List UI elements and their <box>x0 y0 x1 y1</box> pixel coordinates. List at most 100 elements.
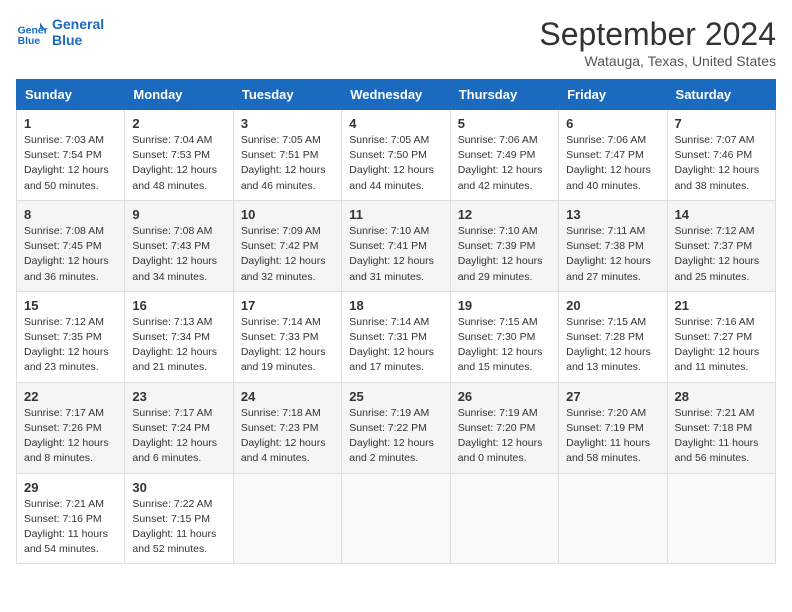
svg-text:General: General <box>18 26 48 37</box>
day-info: Sunrise: 7:21 AM Sunset: 7:18 PM Dayligh… <box>675 406 768 467</box>
calendar-cell: 19 Sunrise: 7:15 AM Sunset: 7:30 PM Dayli… <box>450 291 558 382</box>
day-number: 22 <box>24 389 117 404</box>
calendar-cell: 10 Sunrise: 7:09 AM Sunset: 7:42 PM Dayli… <box>233 200 341 291</box>
calendar-week-row: 8Sunrise: 7:08 AM Sunset: 7:45 PM Daylig… <box>17 200 776 291</box>
day-info: Sunrise: 7:06 AM Sunset: 7:47 PM Dayligh… <box>566 133 659 194</box>
day-number: 3 <box>241 116 334 131</box>
day-info: Sunrise: 7:12 AM Sunset: 7:35 PM Dayligh… <box>24 315 117 376</box>
page-header: General Blue General Blue September 2024… <box>16 16 776 69</box>
calendar-cell: 5 Sunrise: 7:06 AM Sunset: 7:49 PM Daylig… <box>450 110 558 201</box>
calendar-cell: 7 Sunrise: 7:07 AM Sunset: 7:46 PM Daylig… <box>667 110 775 201</box>
page-title: September 2024 <box>539 16 776 53</box>
logo-icon: General Blue <box>16 16 48 48</box>
calendar-cell: 18 Sunrise: 7:14 AM Sunset: 7:31 PM Dayli… <box>342 291 450 382</box>
calendar-cell: 29Sunrise: 7:21 AM Sunset: 7:16 PM Dayli… <box>17 473 125 564</box>
day-info: Sunrise: 7:17 AM Sunset: 7:26 PM Dayligh… <box>24 406 117 467</box>
day-number: 7 <box>675 116 768 131</box>
day-number: 24 <box>241 389 334 404</box>
calendar-cell: 14 Sunrise: 7:12 AM Sunset: 7:37 PM Dayli… <box>667 200 775 291</box>
day-info: Sunrise: 7:15 AM Sunset: 7:30 PM Dayligh… <box>458 315 551 376</box>
day-info: Sunrise: 7:15 AM Sunset: 7:28 PM Dayligh… <box>566 315 659 376</box>
day-number: 8 <box>24 207 117 222</box>
day-number: 10 <box>241 207 334 222</box>
calendar-cell <box>450 473 558 564</box>
day-info: Sunrise: 7:12 AM Sunset: 7:37 PM Dayligh… <box>675 224 768 285</box>
day-number: 20 <box>566 298 659 313</box>
day-number: 17 <box>241 298 334 313</box>
calendar-cell: 30Sunrise: 7:22 AM Sunset: 7:15 PM Dayli… <box>125 473 233 564</box>
calendar-cell: 26 Sunrise: 7:19 AM Sunset: 7:20 PM Dayli… <box>450 382 558 473</box>
day-number: 1 <box>24 116 117 131</box>
day-info: Sunrise: 7:17 AM Sunset: 7:24 PM Dayligh… <box>132 406 225 467</box>
calendar-cell: 22 Sunrise: 7:17 AM Sunset: 7:26 PM Dayli… <box>17 382 125 473</box>
calendar-cell <box>233 473 341 564</box>
day-info: Sunrise: 7:11 AM Sunset: 7:38 PM Dayligh… <box>566 224 659 285</box>
calendar-cell <box>667 473 775 564</box>
logo-general: General <box>52 16 104 32</box>
calendar-cell <box>559 473 667 564</box>
day-number: 26 <box>458 389 551 404</box>
day-number: 12 <box>458 207 551 222</box>
day-info: Sunrise: 7:09 AM Sunset: 7:42 PM Dayligh… <box>241 224 334 285</box>
column-header-saturday: Saturday <box>667 80 775 110</box>
logo: General Blue General Blue <box>16 16 104 48</box>
day-info: Sunrise: 7:07 AM Sunset: 7:46 PM Dayligh… <box>675 133 768 194</box>
title-area: September 2024 Watauga, Texas, United St… <box>539 16 776 69</box>
day-number: 14 <box>675 207 768 222</box>
day-number: 9 <box>132 207 225 222</box>
day-number: 13 <box>566 207 659 222</box>
day-info: Sunrise: 7:06 AM Sunset: 7:49 PM Dayligh… <box>458 133 551 194</box>
page-subtitle: Watauga, Texas, United States <box>539 53 776 69</box>
calendar-week-row: 22 Sunrise: 7:17 AM Sunset: 7:26 PM Dayli… <box>17 382 776 473</box>
calendar-cell: 27 Sunrise: 7:20 AM Sunset: 7:19 PM Dayli… <box>559 382 667 473</box>
day-number: 11 <box>349 207 442 222</box>
day-number: 5 <box>458 116 551 131</box>
day-info: Sunrise: 7:05 AM Sunset: 7:51 PM Dayligh… <box>241 133 334 194</box>
column-header-sunday: Sunday <box>17 80 125 110</box>
day-number: 27 <box>566 389 659 404</box>
column-header-thursday: Thursday <box>450 80 558 110</box>
calendar-cell: 13 Sunrise: 7:11 AM Sunset: 7:38 PM Dayli… <box>559 200 667 291</box>
day-info: Sunrise: 7:19 AM Sunset: 7:20 PM Dayligh… <box>458 406 551 467</box>
calendar-cell: 25 Sunrise: 7:19 AM Sunset: 7:22 PM Dayli… <box>342 382 450 473</box>
day-info: Sunrise: 7:19 AM Sunset: 7:22 PM Dayligh… <box>349 406 442 467</box>
calendar-cell: 6 Sunrise: 7:06 AM Sunset: 7:47 PM Daylig… <box>559 110 667 201</box>
calendar-cell: 28Sunrise: 7:21 AM Sunset: 7:18 PM Dayli… <box>667 382 775 473</box>
calendar-week-row: 1 Sunrise: 7:03 AM Sunset: 7:54 PM Daylig… <box>17 110 776 201</box>
calendar-cell: 9 Sunrise: 7:08 AM Sunset: 7:43 PM Daylig… <box>125 200 233 291</box>
calendar-week-row: 15 Sunrise: 7:12 AM Sunset: 7:35 PM Dayli… <box>17 291 776 382</box>
day-info: Sunrise: 7:04 AM Sunset: 7:53 PM Dayligh… <box>132 133 225 194</box>
day-info: Sunrise: 7:05 AM Sunset: 7:50 PM Dayligh… <box>349 133 442 194</box>
day-number: 19 <box>458 298 551 313</box>
calendar-cell: 2Sunrise: 7:04 AM Sunset: 7:53 PM Daylig… <box>125 110 233 201</box>
day-info: Sunrise: 7:10 AM Sunset: 7:39 PM Dayligh… <box>458 224 551 285</box>
day-number: 4 <box>349 116 442 131</box>
day-info: Sunrise: 7:08 AM Sunset: 7:43 PM Dayligh… <box>132 224 225 285</box>
day-info: Sunrise: 7:14 AM Sunset: 7:33 PM Dayligh… <box>241 315 334 376</box>
day-info: Sunrise: 7:20 AM Sunset: 7:19 PM Dayligh… <box>566 406 659 467</box>
column-header-tuesday: Tuesday <box>233 80 341 110</box>
logo-blue: Blue <box>52 32 104 48</box>
day-number: 30 <box>132 480 225 495</box>
day-info: Sunrise: 7:03 AM Sunset: 7:54 PM Dayligh… <box>24 133 117 194</box>
day-number: 15 <box>24 298 117 313</box>
day-info: Sunrise: 7:14 AM Sunset: 7:31 PM Dayligh… <box>349 315 442 376</box>
column-header-wednesday: Wednesday <box>342 80 450 110</box>
day-info: Sunrise: 7:21 AM Sunset: 7:16 PM Dayligh… <box>24 497 117 558</box>
day-number: 25 <box>349 389 442 404</box>
day-info: Sunrise: 7:13 AM Sunset: 7:34 PM Dayligh… <box>132 315 225 376</box>
calendar-cell: 12 Sunrise: 7:10 AM Sunset: 7:39 PM Dayli… <box>450 200 558 291</box>
calendar-cell: 21Sunrise: 7:16 AM Sunset: 7:27 PM Dayli… <box>667 291 775 382</box>
day-info: Sunrise: 7:10 AM Sunset: 7:41 PM Dayligh… <box>349 224 442 285</box>
calendar-table: SundayMondayTuesdayWednesdayThursdayFrid… <box>16 79 776 564</box>
day-number: 6 <box>566 116 659 131</box>
column-header-monday: Monday <box>125 80 233 110</box>
day-number: 21 <box>675 298 768 313</box>
day-number: 23 <box>132 389 225 404</box>
svg-text:Blue: Blue <box>18 36 41 47</box>
calendar-cell <box>342 473 450 564</box>
calendar-cell: 20 Sunrise: 7:15 AM Sunset: 7:28 PM Dayli… <box>559 291 667 382</box>
calendar-cell: 11 Sunrise: 7:10 AM Sunset: 7:41 PM Dayli… <box>342 200 450 291</box>
calendar-cell: 23 Sunrise: 7:17 AM Sunset: 7:24 PM Dayli… <box>125 382 233 473</box>
day-number: 18 <box>349 298 442 313</box>
